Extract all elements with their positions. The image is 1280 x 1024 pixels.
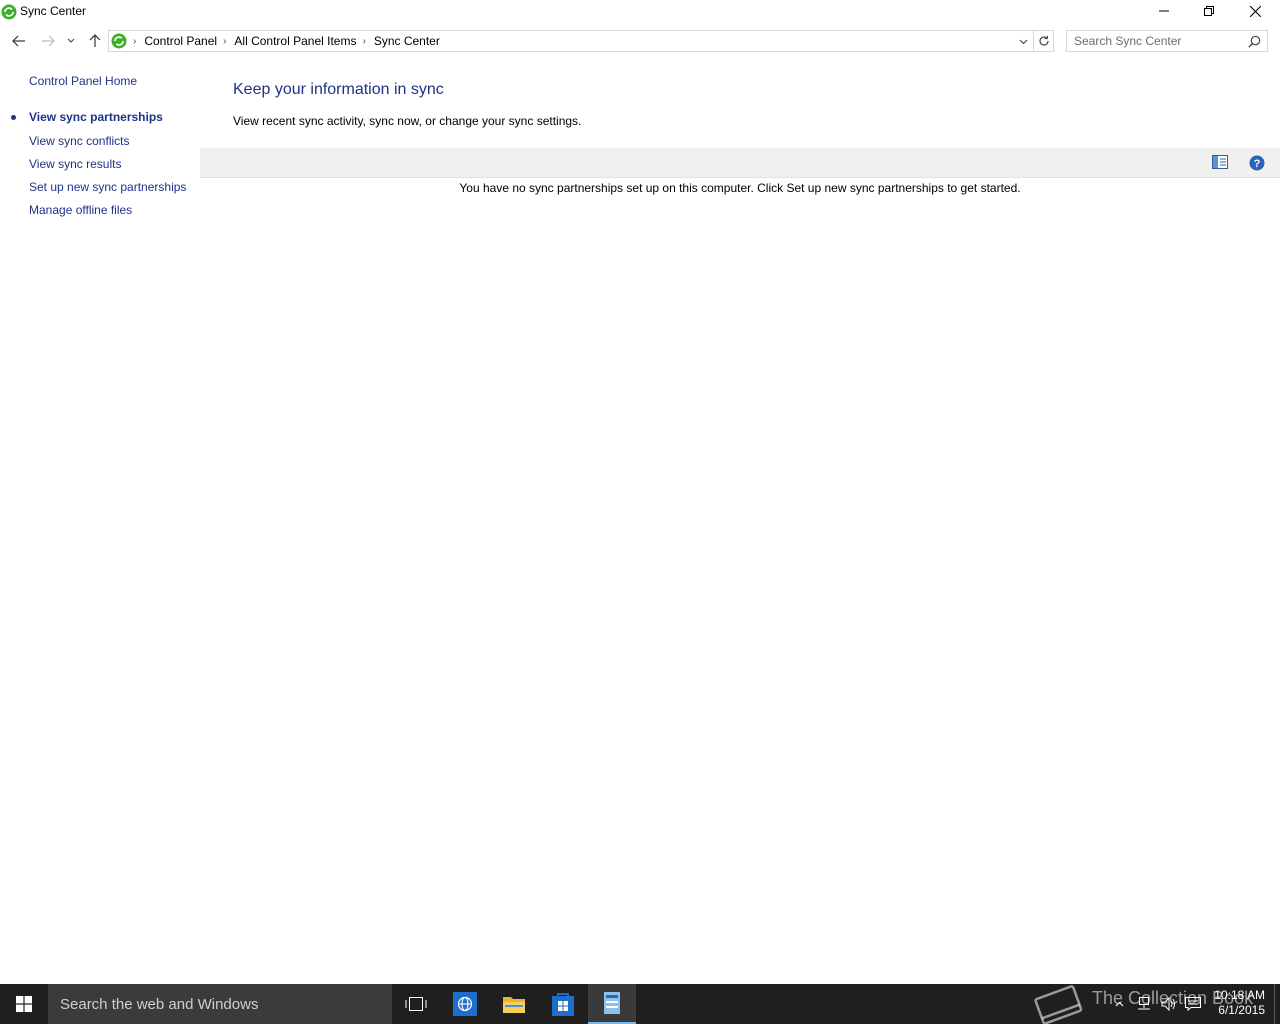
help-icon[interactable]: ?	[1249, 155, 1265, 171]
breadcrumb-separator[interactable]: ›	[133, 36, 136, 47]
task-view-sync-partnerships[interactable]: View sync partnerships	[29, 110, 163, 124]
network-icon	[1138, 997, 1150, 1010]
maximize-icon	[1204, 6, 1214, 16]
svg-text:?: ?	[1254, 158, 1261, 170]
preview-pane-icon[interactable]	[1212, 155, 1228, 169]
up-button[interactable]	[84, 30, 106, 52]
windows-logo-icon	[16, 996, 32, 1012]
task-view-button[interactable]	[392, 984, 440, 1024]
left-task-pane: Control Panel Home View sync partnership…	[0, 60, 200, 980]
address-bar[interactable]: › Control Panel › All Control Panel Item…	[108, 30, 1034, 52]
forward-button[interactable]	[37, 30, 59, 52]
task-manage-offline-files[interactable]: Manage offline files	[29, 203, 132, 217]
task-view-sync-results[interactable]: View sync results	[29, 157, 121, 171]
minimize-button[interactable]	[1141, 0, 1187, 22]
show-desktop-button[interactable]	[1274, 984, 1280, 1024]
taskbar-store[interactable]	[539, 984, 587, 1024]
task-view-sync-conflicts[interactable]: View sync conflicts	[29, 134, 129, 148]
breadcrumb-all-items[interactable]: All Control Panel Items	[234, 34, 356, 48]
file-explorer-icon	[503, 997, 525, 1013]
maximize-button[interactable]	[1186, 0, 1232, 22]
control-panel-icon	[604, 992, 620, 1014]
refresh-button[interactable]	[1034, 30, 1054, 52]
title-bar: Sync Center	[0, 0, 1280, 24]
breadcrumb-separator[interactable]: ›	[362, 36, 365, 47]
action-center-icon	[1185, 997, 1201, 1011]
control-panel-home-link[interactable]: Control Panel Home	[29, 74, 137, 88]
task-set-up-new-sync-partnerships[interactable]: Set up new sync partnerships	[29, 180, 186, 194]
minimize-icon	[1159, 10, 1169, 12]
active-task-bullet	[11, 115, 16, 120]
start-button[interactable]	[0, 984, 48, 1024]
refresh-icon	[1038, 35, 1049, 46]
taskbar-clock[interactable]: 10:18 AM 6/1/2015	[1205, 988, 1265, 1018]
empty-partnerships-message: You have no sync partnerships set up on …	[459, 181, 1021, 195]
action-center-button[interactable]	[1182, 984, 1204, 1024]
close-button[interactable]	[1232, 0, 1278, 22]
search-input[interactable]	[1067, 31, 1243, 51]
network-tray-button[interactable]	[1133, 984, 1155, 1024]
taskbar-internet-explorer[interactable]	[441, 984, 489, 1024]
breadcrumb-sync-center[interactable]: Sync Center	[374, 34, 440, 48]
internet-explorer-icon	[453, 992, 477, 1016]
back-arrow-icon	[12, 35, 25, 47]
breadcrumb-control-panel[interactable]: Control Panel	[144, 34, 217, 48]
store-icon	[552, 993, 574, 1016]
search-icon[interactable]	[1248, 35, 1261, 48]
up-arrow-icon	[89, 34, 101, 47]
clock-time: 10:18 AM	[1214, 988, 1265, 1002]
taskbar: Search the web and Windows The Collectio…	[0, 984, 1280, 1024]
chevron-down-icon	[67, 38, 75, 43]
page-description: View recent sync activity, sync now, or …	[233, 114, 582, 128]
sync-center-icon	[1, 4, 17, 20]
taskbar-search-text: Search the web and Windows	[60, 996, 259, 1013]
back-button[interactable]	[8, 30, 30, 52]
address-dropdown-button[interactable]	[1016, 35, 1030, 49]
taskbar-search-box[interactable]: Search the web and Windows	[48, 984, 392, 1024]
show-hidden-icons-button[interactable]	[1110, 984, 1128, 1024]
forward-arrow-icon	[42, 35, 55, 47]
navigation-bar: › Control Panel › All Control Panel Item…	[0, 28, 1280, 54]
close-icon	[1249, 5, 1261, 17]
taskbar-control-panel[interactable]	[588, 984, 636, 1024]
clock-date: 6/1/2015	[1218, 1003, 1265, 1017]
command-toolbar: ?	[200, 148, 1280, 178]
task-view-icon	[405, 997, 427, 1011]
recent-locations-button[interactable]	[62, 30, 80, 52]
volume-icon	[1161, 997, 1175, 1011]
chevron-down-icon	[1019, 39, 1027, 45]
breadcrumb-separator[interactable]: ›	[223, 36, 226, 47]
page-title: Keep your information in sync	[233, 81, 444, 98]
taskbar-file-explorer[interactable]	[490, 984, 538, 1024]
volume-tray-button[interactable]	[1158, 984, 1180, 1024]
search-box[interactable]	[1066, 30, 1268, 52]
window-title: Sync Center	[20, 4, 87, 18]
sync-center-icon	[111, 33, 127, 49]
chevron-up-icon	[1115, 1001, 1123, 1007]
